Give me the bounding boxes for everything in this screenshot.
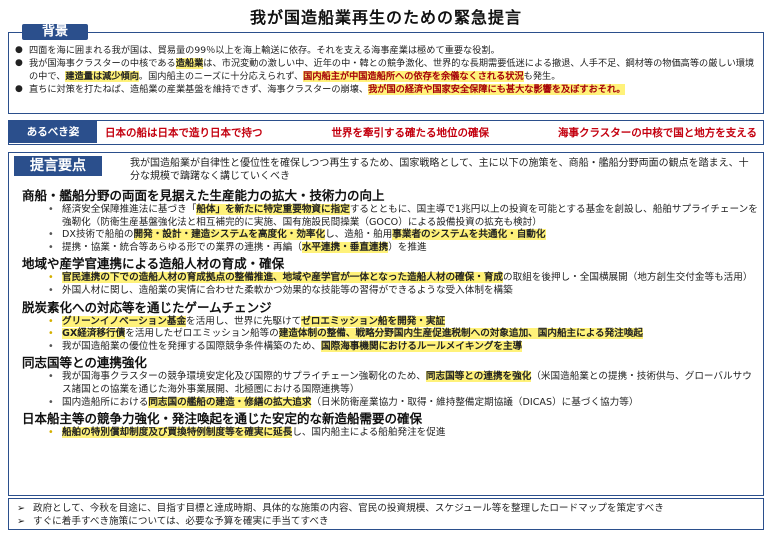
highlighted-text: 事業者のシステムを共通化・自動化 (392, 229, 546, 241)
conclusion-item: ➢ すぐに着手すべき施策については、必要な予算を確実に手当てすべき (17, 515, 755, 528)
text-run: 経済安全保障推進法に基づき「 (62, 204, 197, 215)
bullet-item: 経済安全保障推進法に基づき「船体」を新たに特定重要物資に指定するとともに、国主導… (48, 204, 760, 229)
highlighted-text: 船体」を新たに特定重要物資に指定 (196, 204, 350, 215)
aspiration-items: 日本の船は日本で造り日本で持つ 世界を牽引する確たる地位の確保 海事クラスターの… (105, 121, 757, 143)
aspiration-box: あるべき姿 日本の船は日本で造り日本で持つ 世界を牽引する確たる地位の確保 海事… (8, 120, 764, 145)
text-run: の取組を後押し・全国横展開（地方創生交付金等も活用） (503, 272, 753, 284)
text-run: 我が国海事クラスターの競争環境安定化及び国際的サプライチェーン強靭化のため、 (62, 371, 426, 383)
text-run: 我が国海事クラスターの中核である (29, 58, 176, 69)
text-run: し、造船・舶用 (325, 229, 393, 241)
background-list: ● 四面を海に囲まれる我が国は、貿易量の99％以上を海上輸送に依存。それを支える海… (15, 44, 757, 96)
text-run: 外国人材に関し、造船業の実情に合わせた柔軟かつ効果的な技能等の習得ができるような… (62, 284, 513, 296)
background-label: 背景 (22, 24, 88, 40)
text-run: （日米防衛産業協力・取得・維持整備定期協議（DICAS）に基づく協力等） (311, 396, 639, 408)
aspiration-label: あるべき姿 (9, 121, 97, 143)
bullet-item: 外国人材に関し、造船業の実情に合わせた柔軟かつ効果的な技能等の習得ができるような… (48, 285, 760, 298)
section-bullets: 船舶の特別償却制度及び買換特例制度等を確実に延長し、国内船主による船舶発注を促進 (22, 427, 760, 440)
conclusion-text: 政府として、今秋を目途に、目指す目標と達成時期、具体的な施策の内容、官民の投資規… (33, 503, 664, 514)
text-run: 。国内船主のニーズに十分応えられず、 (138, 71, 304, 82)
highlighted-text: 船舶の特別償却制度及び買換特例制度等を確実に延長 (62, 427, 293, 439)
highlighted-text: ゼロエミッション船を開発・実証 (301, 315, 446, 327)
section-bullets: 経済安全保障推進法に基づき「船体」を新たに特定重要物資に指定するとともに、国主導… (22, 204, 760, 254)
bullet-item: 国内造船所における同志国の艦船の建造・修繕の拡大追求（日米防衛産業協力・取得・維… (48, 396, 760, 410)
text-run: ）を推進 (388, 241, 427, 253)
bullet-item: GX経済移行債を活用したゼロエミッション船等の建造体制の整備、戦略分野国内生産促… (48, 328, 760, 341)
bullet-item: 官民連携の下での造船人材の育成拠点の整備推進、地域や産学官が一体となった造船人材… (48, 272, 760, 285)
highlighted-text: 我が国の経済や国家安全保障にも甚大な影響を及ぼすおそれ。 (368, 84, 626, 95)
section-heading: 地域や産学官連携による造船人材の育成・確保 (22, 256, 285, 272)
highlighted-text: 開発・設計・建造システムを高度化・効率化 (133, 229, 326, 241)
highlighted-text: 建造量は減少傾向 (65, 71, 139, 82)
text-run: を活用したゼロエミッション船等の (125, 328, 279, 340)
bullet-icon: ● (15, 58, 23, 68)
background-item: ● 直ちに対策を打たねば、造船業の産業基盤を維持できず、海事クラスターの崩壊、我が… (15, 83, 757, 96)
background-item-text: 我が国海事クラスターの中核である造船業は、市況変動の激しい中、近年の中・韓との競… (29, 57, 757, 83)
highlighted-text: 官民連携の下での造船人材の育成拠点の整備推進、地域や産学官が一体となった造船人材… (62, 272, 504, 284)
background-item-text: 四面を海に囲まれる我が国は、貿易量の99％以上を海上輸送に依存。それを支える海事… (29, 44, 757, 57)
highlighted-text: 国際海事機関におけるルールメイキングを主導 (321, 340, 523, 352)
arrow-right-icon: ➢ (17, 516, 26, 527)
highlighted-text: 同志国の艦船の建造・修繕の拡大追求 (148, 396, 312, 408)
proposal-sections: 商船・艦船分野の両面を見据えた生産能力の拡大・技術力の向上経済安全保障推進法に基… (22, 186, 760, 440)
aspiration-item-1: 日本の船は日本で造り日本で持つ (105, 126, 263, 139)
highlighted-text: 国内船主が中国造船所への依存を余儀なくされる状況 (303, 71, 524, 82)
highlighted-text: 水平連携・垂直連携 (301, 241, 389, 253)
arrow-right-icon: ➢ (17, 503, 26, 514)
bullet-icon: ● (15, 45, 23, 55)
background-item: ● 我が国海事クラスターの中核である造船業は、市況変動の激しい中、近年の中・韓との… (15, 57, 757, 83)
highlighted-text: 建造体制の整備、戦略分野国内生産促進税制への対象追加、国内船主による発注喚起 (278, 328, 644, 340)
conclusion-box: ➢ 政府として、今秋を目途に、目指す目標と達成時期、具体的な施策の内容、官民の投… (8, 498, 764, 530)
text-run: 直ちに対策を打たねば、造船業の産業基盤を維持できず、海事クラスターの崩壊、 (29, 84, 369, 95)
text-run: も発生。 (523, 71, 561, 82)
text-run: を活用し、世界に先駆けて (186, 315, 302, 327)
section-bullets: 官民連携の下での造船人材の育成拠点の整備推進、地域や産学官が一体となった造船人材… (22, 272, 760, 297)
text-run: し、国内船主による船舶発注を促進 (292, 427, 446, 439)
section-heading: 同志国等との連携強化 (22, 355, 147, 371)
section-heading: 日本船主等の競争力強化・発注喚起を通じた安定的な新造船需要の確保 (22, 411, 423, 427)
background-item-text: 直ちに対策を打たねば、造船業の産業基盤を維持できず、海事クラスターの崩壊、我が国… (29, 83, 757, 96)
bullet-item: DX技術で船舶の開発・設計・建造システムを高度化・効率化し、造船・舶用事業者のシ… (48, 229, 760, 242)
aspiration-item-2: 世界を牽引する確たる地位の確保 (331, 126, 490, 139)
proposals-intro: 我が国造船業が自律性と優位性を確保しつつ再生するため、国家戦略として、主に以下の… (130, 158, 749, 182)
proposals-label: 提言要点 (14, 156, 102, 176)
text-run: 四面を海に囲まれる我が国は、貿易量の99％以上を海上輸送に依存。それを支える海事… (29, 45, 500, 56)
highlighted-text: グリーンイノベーション基金 (62, 315, 187, 327)
text-run: 我が国造船業の優位性を発揮する国際競争条件構築のため、 (62, 340, 322, 352)
text-run: 提携・協業・統合等あらゆる形での業界の連携・再編（ (62, 241, 302, 253)
text-run: DX技術で船舶の (62, 229, 134, 241)
section-heading: 商船・艦船分野の両面を見据えた生産能力の拡大・技術力の向上 (22, 188, 385, 203)
highlighted-text: 同志国等との連携を強化 (425, 371, 532, 383)
background-box: ● 四面を海に囲まれる我が国は、貿易量の99％以上を海上輸送に依存。それを支える海… (8, 32, 764, 114)
conclusion-list: ➢ 政府として、今秋を目途に、目指す目標と達成時期、具体的な施策の内容、官民の投… (17, 502, 755, 528)
bullet-item: 我が国海事クラスターの競争環境安定化及び国際的サプライチェーン強靭化のため、同志… (48, 371, 760, 396)
highlighted-text: 造船業 (175, 58, 204, 69)
bullet-icon: ● (15, 84, 23, 94)
conclusion-text: すぐに着手すべき施策については、必要な予算を確実に手当てすべき (33, 516, 329, 527)
section-heading: 脱炭素化への対応等を通じたゲームチェンジ (22, 299, 272, 315)
conclusion-item: ➢ 政府として、今秋を目途に、目指す目標と達成時期、具体的な施策の内容、官民の投… (17, 502, 755, 515)
background-item: ● 四面を海に囲まれる我が国は、貿易量の99％以上を海上輸送に依存。それを支える海… (15, 44, 757, 57)
aspiration-item-3: 海事クラスターの中核で国と地方を支える (558, 126, 757, 139)
bullet-item: 船舶の特別償却制度及び買換特例制度等を確実に延長し、国内船主による船舶発注を促進 (48, 427, 760, 440)
highlighted-text: GX経済移行債 (62, 328, 126, 340)
section-bullets: 我が国海事クラスターの競争環境安定化及び国際的サプライチェーン強靭化のため、同志… (22, 371, 760, 409)
page-title: 我が国造船業再生のための緊急提言 (249, 8, 522, 27)
bullet-item: 我が国造船業の優位性を発揮する国際競争条件構築のため、国際海事機関におけるルール… (48, 340, 760, 354)
bullet-item: グリーンイノベーション基金を活用し、世界に先駆けてゼロエミッション船を開発・実証 (48, 315, 760, 329)
text-run: 国内造船所における (62, 396, 149, 408)
bullet-item: 提携・協業・統合等あらゆる形での業界の連携・再編（水平連携・垂直連携）を推進 (48, 241, 760, 255)
section-bullets: グリーンイノベーション基金を活用し、世界に先駆けてゼロエミッション船を開発・実証… (22, 315, 760, 354)
